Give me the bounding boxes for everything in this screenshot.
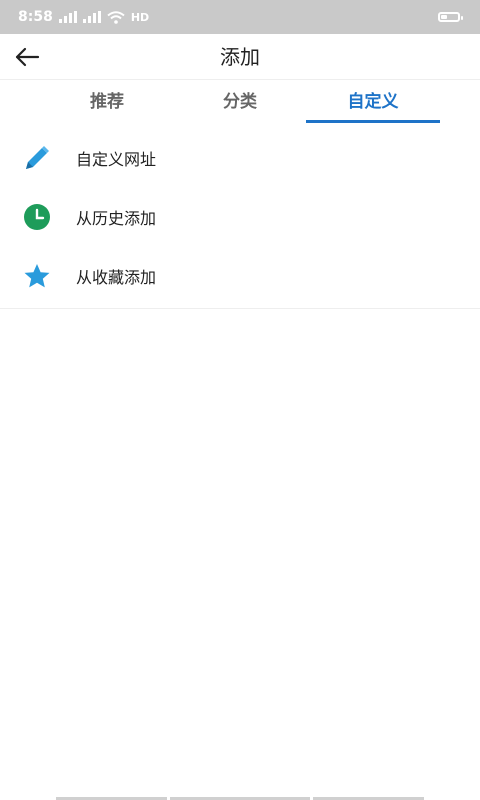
pencil-icon <box>22 143 52 173</box>
star-icon <box>22 261 52 291</box>
tab-recommended[interactable]: 推荐 <box>41 80 173 124</box>
status-bar: 8:58 HD <box>0 0 480 34</box>
battery-icon <box>438 12 463 22</box>
signal-icon <box>58 11 77 23</box>
list-item-from-favorites[interactable]: 从收藏添加 <box>0 246 480 305</box>
status-time: 8:58 <box>18 9 53 25</box>
wifi-icon <box>107 10 125 24</box>
list-item-from-history[interactable]: 从历史添加 <box>0 187 480 246</box>
tab-bar: 推荐 分类 自定义 <box>0 80 480 124</box>
network-type: HD <box>130 10 150 24</box>
signal-icon-2 <box>82 11 101 23</box>
clock-icon <box>22 202 52 232</box>
list-item-custom-url[interactable]: 自定义网址 <box>0 128 480 187</box>
tab-categories[interactable]: 分类 <box>174 80 306 124</box>
list-item-label: 从收藏添加 <box>76 267 157 287</box>
list-item-label: 自定义网址 <box>76 149 157 169</box>
page-title: 添加 <box>220 45 260 69</box>
add-options-list: 自定义网址 从历史添加 从收藏添加 <box>0 128 480 305</box>
list-item-label: 从历史添加 <box>76 208 157 228</box>
tab-custom[interactable]: 自定义 <box>307 80 439 124</box>
divider <box>0 308 480 309</box>
header: 添加 <box>0 34 480 80</box>
tab-indicator <box>306 120 440 123</box>
